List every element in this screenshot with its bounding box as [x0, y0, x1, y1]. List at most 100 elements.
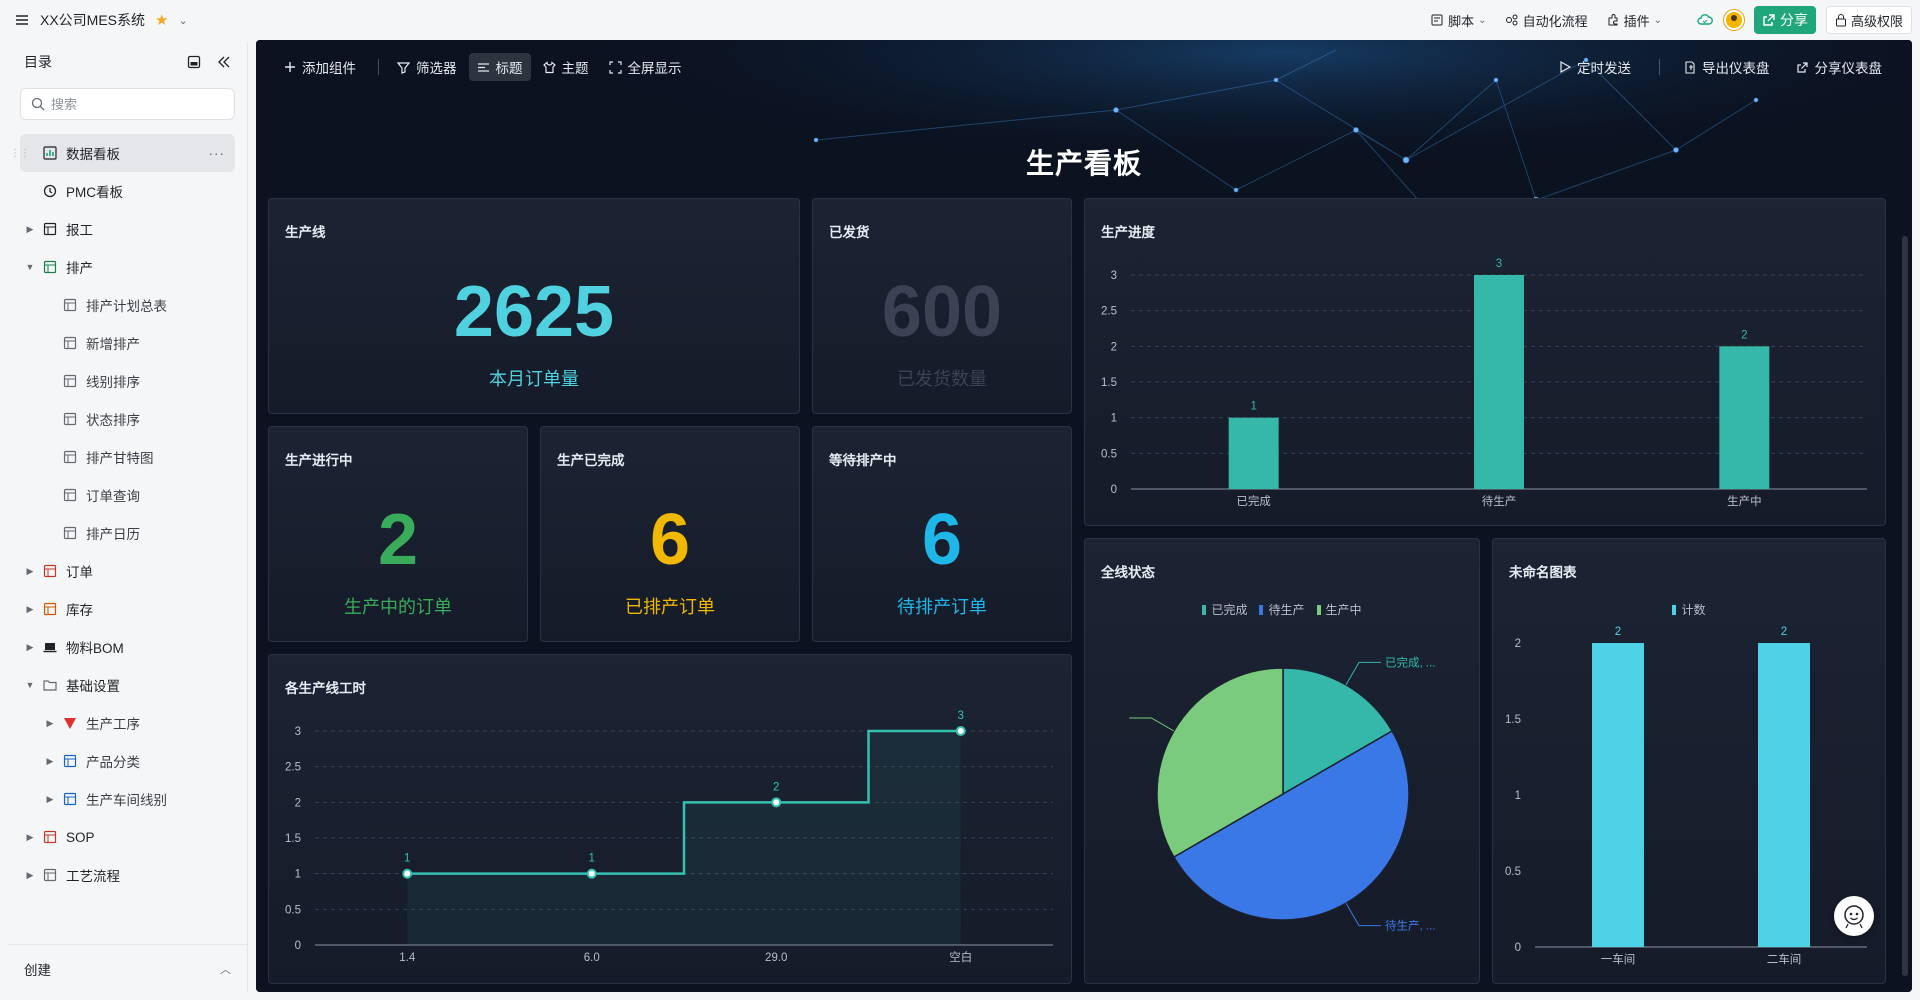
sidebar-item[interactable]: 排产日历: [8, 514, 247, 552]
order-icon: [42, 563, 58, 579]
y-tick-label: 0: [1111, 484, 1117, 496]
y-tick-label: 3: [1111, 270, 1117, 282]
sidebar-item[interactable]: ▶ SOP: [8, 818, 247, 856]
cloud-sync-icon[interactable]: [1696, 11, 1714, 29]
chart-card-progress[interactable]: 生产进度 0 0.5 1 1.5 2 2.5 3 1 已完成 3 待生产 2 生产中: [1084, 198, 1886, 526]
line-point[interactable]: [586, 868, 597, 879]
slice-leader-line: [1345, 902, 1381, 927]
caret-right-icon[interactable]: ▶: [24, 870, 36, 881]
search-input[interactable]: [51, 96, 221, 112]
export-dashboard-button[interactable]: 导出仪表盘: [1676, 53, 1778, 81]
caret-right-icon[interactable]: ▶: [24, 832, 36, 843]
sidebar-item[interactable]: 状态排序: [8, 400, 247, 438]
sidebar-item[interactable]: 线别排序: [8, 362, 247, 400]
sidebar-item[interactable]: 排产甘特图: [8, 438, 247, 476]
triangle-icon: [62, 715, 78, 731]
sidebar-item[interactable]: ▼ 排产: [8, 248, 247, 286]
script-button[interactable]: 脚本 ⌄: [1426, 11, 1490, 30]
bar[interactable]: [1758, 643, 1810, 947]
collapse-icon[interactable]: [217, 55, 231, 69]
dashboard-scrollbar[interactable]: [1902, 236, 1908, 976]
chevron-up-icon[interactable]: ︿: [220, 961, 231, 977]
progress-bar-chart: 0 0.5 1 1.5 2 2.5 3 1 已完成 3 待生产 2 生产中: [1101, 258, 1867, 508]
export-icon: [1685, 60, 1695, 74]
bar[interactable]: [1592, 643, 1644, 947]
scheduled-send-button[interactable]: 定时发送: [1551, 53, 1639, 81]
chart-card-status[interactable]: 全线状态 已完成 待生产 生产中 已完成, ... 待生产, ...: [1084, 538, 1480, 984]
line-point[interactable]: [955, 726, 966, 736]
kpi-card-shipped[interactable]: 已发货 600 已发货数量: [812, 198, 1072, 414]
kpi-label: 待排产订单: [897, 597, 987, 617]
sidebar-item[interactable]: ▶ 订单: [8, 552, 247, 590]
x-tick-label: 29.0: [765, 952, 787, 964]
drag-handle-icon[interactable]: ⋮⋮: [10, 148, 30, 159]
filter-button[interactable]: 筛选器: [389, 53, 465, 81]
sidebar-item[interactable]: ▼ 基础设置: [8, 666, 247, 704]
caret-right-icon[interactable]: ▶: [24, 224, 36, 235]
sidebar-item[interactable]: ▶ 工艺流程: [8, 856, 247, 894]
menu-icon[interactable]: [14, 12, 30, 28]
title-button[interactable]: 标题: [468, 53, 531, 81]
kpi-card-production-line[interactable]: 生产线 2625 本月订单量: [268, 198, 800, 414]
avatar[interactable]: [1723, 10, 1744, 30]
sidebar-item-label: 数据看板: [66, 147, 120, 162]
sidebar-item[interactable]: ▶ 生产工序: [8, 704, 247, 742]
caret-right-icon[interactable]: ▶: [24, 642, 36, 653]
sidebar-item[interactable]: 订单查询: [8, 476, 247, 514]
caret-right-icon[interactable]: ▶: [44, 756, 56, 767]
advanced-permission-button[interactable]: 高级权限: [1825, 6, 1912, 34]
sidebar-item[interactable]: ⋮⋮ 数据看板 ···: [10, 134, 235, 172]
sidebar-item[interactable]: 排产计划总表: [8, 286, 247, 324]
fullscreen-button[interactable]: 全屏显示: [601, 53, 690, 81]
sidebar-item[interactable]: ▶ 物料BOM: [8, 628, 247, 666]
sidebar-item[interactable]: 新增排产: [8, 324, 247, 362]
create-label: 创建: [24, 962, 51, 978]
calendar-icon: [62, 525, 78, 541]
automation-button[interactable]: 自动化流程: [1501, 11, 1592, 30]
data-label: 1: [404, 853, 410, 865]
sidebar-item-label: 库存: [66, 603, 93, 618]
share-button[interactable]: 分享: [1753, 6, 1816, 34]
caret-right-icon[interactable]: ▶: [24, 566, 36, 577]
dashboard-title[interactable]: 生产看板: [256, 142, 1912, 182]
caret-down-icon[interactable]: ▼: [24, 262, 36, 272]
line-point[interactable]: [771, 797, 782, 808]
x-tick-label: 二车间: [1767, 952, 1802, 966]
kpi-card-pending[interactable]: 等待排产中 6 待排产订单: [812, 426, 1072, 642]
star-icon[interactable]: ★: [155, 11, 168, 29]
more-icon[interactable]: ···: [209, 146, 226, 161]
sidebar-item[interactable]: ▶ 产品分类: [8, 742, 247, 780]
kpi-card-completed[interactable]: 生产已完成 6 已排产订单: [540, 426, 800, 642]
schedule-icon: [42, 259, 58, 275]
add-component-button[interactable]: 添加组件: [276, 53, 364, 81]
chart-card-unnamed[interactable]: 未命名图表 计数 0 0.5 1 1.5 2 2 一车间 2 二车间: [1492, 538, 1886, 984]
panel-icon[interactable]: [187, 55, 201, 69]
kpi-label: 本月订单量: [489, 369, 579, 389]
theme-button[interactable]: 主题: [535, 53, 597, 81]
plugin-button[interactable]: 插件 ⌄: [1602, 11, 1666, 30]
top-bar: XX公司MES系统 ★ ⌄ 脚本 ⌄ 自动化流程 插件 ⌄ 分享 高级权限: [0, 0, 1920, 40]
kpi-card-in-production[interactable]: 生产进行中 2 生产中的订单: [268, 426, 528, 642]
sidebar-footer[interactable]: 创建 ︿: [8, 944, 247, 992]
bar[interactable]: [1228, 417, 1279, 489]
x-tick-label: 生产中: [1727, 494, 1762, 508]
bar[interactable]: [1719, 346, 1770, 489]
sidebar-item[interactable]: PMC看板: [8, 172, 247, 210]
share-dashboard-button[interactable]: 分享仪表盘: [1788, 53, 1891, 81]
theme-label: 主题: [561, 61, 589, 76]
data-label: 2: [1781, 626, 1787, 638]
sidebar-item[interactable]: ▶ 库存: [8, 590, 247, 628]
caret-down-icon[interactable]: ▼: [24, 680, 36, 690]
caret-right-icon[interactable]: ▶: [24, 604, 36, 615]
caret-right-icon[interactable]: ▶: [44, 794, 56, 805]
chart-card-hours[interactable]: 各生产线工时 0 0.5 1 1.5 2 2.5 3 1 1.4 1 6.0 2 29.0 3 空白: [268, 654, 1072, 984]
line-point[interactable]: [402, 868, 413, 879]
sidebar-item[interactable]: ▶ 报工: [8, 210, 247, 248]
sidebar-item-label: 产品分类: [86, 755, 140, 770]
sidebar-item[interactable]: ▶ 生产车间线别: [8, 780, 247, 818]
assistant-button[interactable]: [1834, 896, 1874, 936]
bar[interactable]: [1474, 275, 1524, 489]
caret-right-icon[interactable]: ▶: [44, 718, 56, 729]
chevron-down-icon[interactable]: ⌄: [178, 14, 187, 27]
scheduled-send-label: 定时发送: [1577, 61, 1631, 76]
